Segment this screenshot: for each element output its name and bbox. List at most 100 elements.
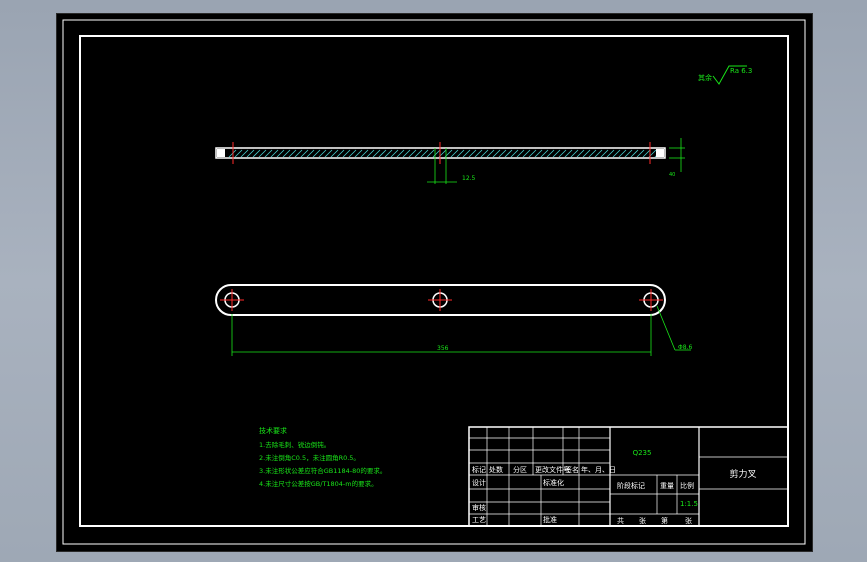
svg-text:年、月、日: 年、月、日: [581, 465, 616, 474]
tech-item: 3.未注形状公差应符合GB1184-80的要求。: [259, 466, 386, 475]
hatch-line: [420, 149, 429, 158]
svg-text:张: 张: [639, 516, 646, 525]
dim-height: 40: [669, 172, 675, 178]
cad-drawing: 其余 Ra 6.3 12.5 40 356 Φ8.6 技术要求 1.去除毛刺、锐…: [62, 19, 806, 545]
svg-text:标准化: 标准化: [543, 478, 564, 487]
hatch-line: [486, 149, 495, 158]
side-view: 12.5 40: [215, 138, 685, 184]
hatch-line: [504, 149, 513, 158]
hatch-line: [594, 149, 603, 158]
svg-text:共: 共: [617, 516, 624, 525]
hatch-line: [546, 149, 555, 158]
hatch-line: [558, 149, 567, 158]
hatch-line: [414, 149, 423, 158]
inner-frame: [79, 35, 789, 527]
hatch-line: [618, 149, 627, 158]
hatch-line: [600, 149, 609, 158]
scale-value: 1:1.5: [680, 500, 698, 508]
plan-view: 356 Φ8.6: [215, 284, 692, 356]
hatch-line: [348, 149, 357, 158]
hatch-line: [342, 149, 351, 158]
tech-item: 1.去除毛刺、锐边倒钝。: [259, 440, 330, 449]
hatch-line: [492, 149, 501, 158]
svg-text:批准: 批准: [543, 515, 557, 524]
hatch-line: [336, 149, 345, 158]
hatch-line: [540, 149, 549, 158]
dim-length: 356: [437, 345, 449, 352]
hatch-line: [606, 149, 615, 158]
hatch-line: [450, 149, 459, 158]
hatch-line: [468, 149, 477, 158]
side-view-end-right: [656, 149, 664, 157]
hatch-line: [300, 149, 309, 158]
outer-border: [62, 19, 806, 545]
svg-text:张: 张: [685, 516, 692, 525]
svg-text:分区: 分区: [513, 465, 527, 474]
hatch-line: [534, 149, 543, 158]
roughness-value: Ra 6.3: [730, 67, 752, 75]
roughness-symbol: 其余 Ra 6.3: [698, 65, 752, 85]
hatch-line: [480, 149, 489, 158]
hatch-line: [270, 149, 279, 158]
hatch-line: [624, 149, 633, 158]
hatch-line: [498, 149, 507, 158]
hatch-line: [264, 149, 273, 158]
hatch-line: [330, 149, 339, 158]
hatch-line: [456, 149, 465, 158]
hatch-line: [564, 149, 573, 158]
svg-text:阶段标记: 阶段标记: [617, 481, 645, 490]
hatch-line: [396, 149, 405, 158]
hatch-line: [636, 149, 645, 158]
hatch-line: [408, 149, 417, 158]
dim-thickness: 12.5: [462, 175, 476, 182]
tech-item: 4.未注尺寸公差按GB/T1804-m的要求。: [259, 479, 378, 488]
hatch-line: [258, 149, 267, 158]
roughness-label: 其余: [698, 73, 712, 82]
svg-text:标记: 标记: [472, 465, 486, 474]
hatch-line: [384, 149, 393, 158]
hatch-line: [372, 149, 381, 158]
hatch-line: [432, 149, 441, 158]
hatch-line: [642, 149, 651, 158]
tech-item: 2.未注倒角C0.5，未注圆角R0.5。: [259, 453, 360, 462]
hatch-line: [276, 149, 285, 158]
hatch-line: [246, 149, 255, 158]
hatch-line: [366, 149, 375, 158]
hatch-line: [240, 149, 249, 158]
title-block-text: 标记 处数 分区 更改文件号 签名 年、月、日 设计 标准化 审核 工艺 批准 …: [472, 449, 757, 525]
hatch-line: [630, 149, 639, 158]
hatch-line: [426, 149, 435, 158]
svg-text:签名: 签名: [565, 465, 579, 474]
hatch-line: [318, 149, 327, 158]
hatch-line: [612, 149, 621, 158]
hatch-line: [360, 149, 369, 158]
hatch-line: [234, 149, 243, 158]
hatch-line: [588, 149, 597, 158]
svg-text:重量: 重量: [660, 482, 674, 490]
side-view-end-left: [217, 149, 225, 157]
hatch-line: [576, 149, 585, 158]
material-label: Q235: [633, 449, 652, 457]
svg-text:设计: 设计: [472, 478, 486, 487]
hatch-line: [282, 149, 291, 158]
hatch-line: [390, 149, 399, 158]
drawing-viewport[interactable]: 其余 Ra 6.3 12.5 40 356 Φ8.6 技术要求 1.去除毛刺、锐…: [56, 13, 813, 552]
side-view-hatch: [228, 149, 663, 158]
hatch-line: [582, 149, 591, 158]
hatch-line: [516, 149, 525, 158]
tech-requirements: 技术要求 1.去除毛刺、锐边倒钝。 2.未注倒角C0.5，未注圆角R0.5。 3…: [259, 426, 386, 488]
svg-text:工艺: 工艺: [472, 516, 486, 524]
hatch-line: [570, 149, 579, 158]
hatch-line: [288, 149, 297, 158]
tech-title: 技术要求: [259, 426, 287, 435]
hatch-line: [522, 149, 531, 158]
svg-text:审核: 审核: [472, 503, 486, 512]
svg-text:比例: 比例: [680, 481, 694, 490]
hatch-line: [474, 149, 483, 158]
hatch-line: [528, 149, 537, 158]
svg-text:第: 第: [661, 516, 668, 525]
dim-hole-dia: Φ8.6: [678, 344, 692, 351]
hatch-line: [324, 149, 333, 158]
hatch-line: [306, 149, 315, 158]
hatch-line: [354, 149, 363, 158]
